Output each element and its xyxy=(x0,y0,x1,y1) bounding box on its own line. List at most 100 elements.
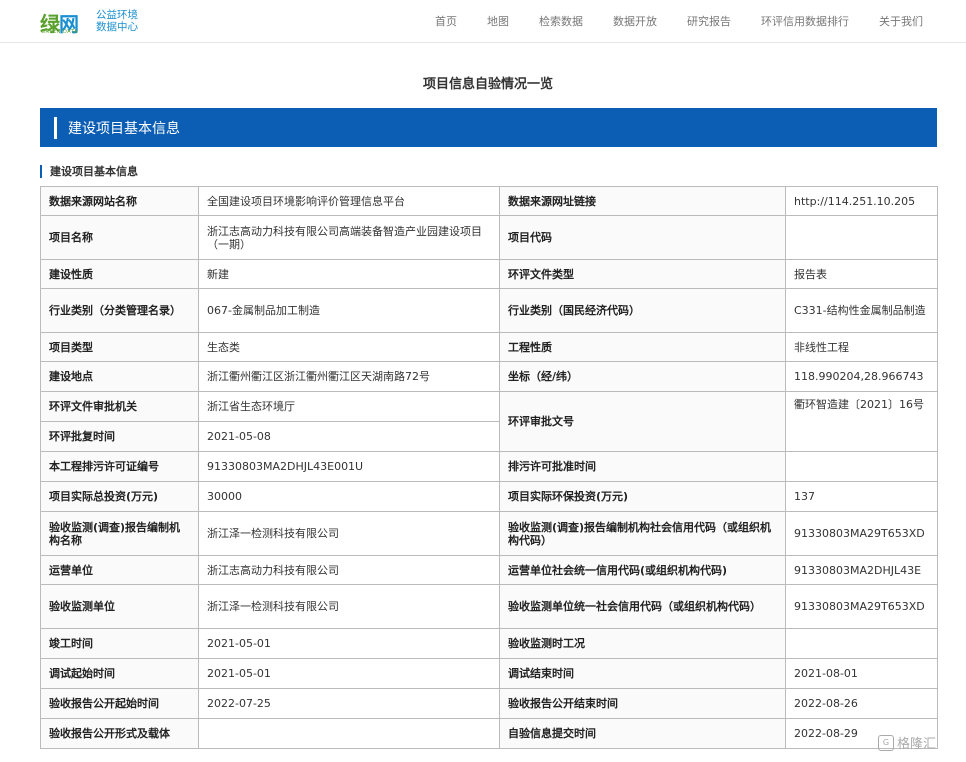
nav-credit-ranking[interactable]: 环评信用数据排行 xyxy=(761,13,849,29)
logo-tagline: 公益环境 数据中心 xyxy=(96,9,138,33)
field-label: 竣工时间 xyxy=(40,628,199,659)
field-label: 验收报告公开起始时间 xyxy=(40,688,199,719)
field-label: 项目实际总投资(万元) xyxy=(40,481,199,512)
nav-home[interactable]: 首页 xyxy=(435,13,457,29)
field-label: 项目代码 xyxy=(499,215,786,260)
watermark-text: 格隆汇 xyxy=(897,737,937,752)
field-label: 项目类型 xyxy=(40,332,199,362)
main-nav: 首页 地图 检索数据 数据开放 研究报告 环评信用数据排行 关于我们 xyxy=(405,13,923,29)
table-row: 调试起始时间 2021-05-01 调试结束时间 2021-08-01 xyxy=(40,658,938,689)
table-row: 验收监测单位 浙江泽一检测科技有限公司 验收监测单位统一社会信用代码（或组织机构… xyxy=(40,584,938,629)
field-value: C331-结构性金属制品制造 xyxy=(785,288,938,333)
field-label: 环评文件类型 xyxy=(499,259,786,289)
field-value: 2022-08-26 xyxy=(785,688,938,719)
field-value: 衢环智造建〔2021〕16号 xyxy=(785,391,938,452)
logo-subtext: GREEN DATA xyxy=(41,29,78,35)
nav-map[interactable]: 地图 xyxy=(487,13,509,29)
field-value: 2021-05-08 xyxy=(198,421,500,452)
table-row: 项目类型 生态类 工程性质 非线性工程 xyxy=(40,332,938,362)
field-value: 浙江衢州衢江区浙江衢州衢江区天湖南路72号 xyxy=(198,361,500,392)
table-row: 行业类别（分类管理名录） 067-金属制品加工制造 行业类别（国民经济代码） C… xyxy=(40,288,938,333)
field-value: 2022-07-25 xyxy=(198,688,500,719)
field-value: 067-金属制品加工制造 xyxy=(198,288,500,333)
field-label: 运营单位社会统一信用代码(或组织机构代码) xyxy=(499,555,786,585)
field-label: 行业类别（分类管理名录） xyxy=(40,288,199,333)
field-label: 验收监测单位统一社会信用代码（或组织机构代码） xyxy=(499,584,786,629)
field-value: 91330803MA29T653XD xyxy=(785,584,938,629)
nav-open-data[interactable]: 数据开放 xyxy=(613,13,657,29)
table-row: 环评文件审批机关 浙江省生态环境厅 环评审批文号 衢环智造建〔2021〕16号 xyxy=(40,391,938,452)
site-logo[interactable]: 绿网 GREEN DATA 公益环境 数据中心 xyxy=(40,8,150,36)
field-label: 项目实际环保投资(万元) xyxy=(499,481,786,512)
nav-search-data[interactable]: 检索数据 xyxy=(539,13,583,29)
field-label: 坐标（经/纬） xyxy=(499,361,786,392)
field-value: 浙江志高动力科技有限公司高端装备智造产业园建设项目（一期） xyxy=(198,215,500,260)
field-value: 浙江泽一检测科技有限公司 xyxy=(198,511,500,556)
field-label: 运营单位 xyxy=(40,555,199,585)
field-value: 新建 xyxy=(198,259,500,289)
field-value: 2021-05-01 xyxy=(198,658,500,689)
section-title: 建设项目基本信息 xyxy=(68,121,180,137)
field-value: 118.990204,28.966743 xyxy=(785,361,938,392)
field-value-link[interactable]: http://114.251.10.205 xyxy=(785,186,938,216)
table-row: 建设性质 新建 环评文件类型 报告表 xyxy=(40,259,938,289)
project-info-table: 数据来源网站名称 全国建设项目环境影响评价管理信息平台 数据来源网址链接 htt… xyxy=(40,186,938,749)
field-label: 工程性质 xyxy=(499,332,786,362)
sub-heading: 建设项目基本信息 xyxy=(40,165,138,178)
field-label: 验收监测时工况 xyxy=(499,628,786,659)
field-label: 数据来源网站名称 xyxy=(40,186,199,216)
page-title: 项目信息自验情况一览 xyxy=(422,77,553,92)
field-label: 验收报告公开形式及载体 xyxy=(40,718,199,749)
field-label: 数据来源网址链接 xyxy=(499,186,786,216)
top-navigation-bar: 绿网 GREEN DATA 公益环境 数据中心 首页 地图 检索数据 数据开放 研… xyxy=(0,0,966,43)
table-row: 建设地点 浙江衢州衢江区浙江衢州衢江区天湖南路72号 坐标（经/纬） 118.9… xyxy=(40,361,938,392)
field-label: 调试结束时间 xyxy=(499,658,786,689)
table-row: 数据来源网站名称 全国建设项目环境影响评价管理信息平台 数据来源网址链接 htt… xyxy=(40,186,938,216)
field-label: 环评审批文号 xyxy=(499,391,786,452)
field-value: 浙江志高动力科技有限公司 xyxy=(198,555,500,585)
field-value: 生态类 xyxy=(198,332,500,362)
field-value xyxy=(785,628,938,659)
field-value: 浙江省生态环境厅 xyxy=(198,391,500,422)
field-label: 调试起始时间 xyxy=(40,658,199,689)
table-row: 本工程排污许可证编号 91330803MA2DHJL43E001U 排污许可批准… xyxy=(40,451,938,482)
field-value xyxy=(785,451,938,482)
field-value: 91330803MA29T653XD xyxy=(785,511,938,556)
table-row: 验收报告公开起始时间 2022-07-25 验收报告公开结束时间 2022-08… xyxy=(40,688,938,719)
table-row: 运营单位 浙江志高动力科技有限公司 运营单位社会统一信用代码(或组织机构代码) … xyxy=(40,555,938,585)
field-value: 非线性工程 xyxy=(785,332,938,362)
field-value: 91330803MA2DHJL43E xyxy=(785,555,938,585)
field-label: 排污许可批准时间 xyxy=(499,451,786,482)
field-label: 建设性质 xyxy=(40,259,199,289)
nav-about-us[interactable]: 关于我们 xyxy=(879,13,923,29)
section-accent xyxy=(54,117,57,139)
watermark: G 格隆汇 xyxy=(878,733,936,752)
field-value xyxy=(785,215,938,260)
field-label: 环评文件审批机关 xyxy=(40,391,199,422)
table-row: 验收报告公开形式及载体 自验信息提交时间 2022-08-29 xyxy=(40,718,938,749)
field-label: 验收监测单位 xyxy=(40,584,199,629)
field-label: 验收监测(调查)报告编制机构社会信用代码（或组织机构代码） xyxy=(499,511,786,556)
field-value: 浙江泽一检测科技有限公司 xyxy=(198,584,500,629)
field-value: 2021-08-01 xyxy=(785,658,938,689)
field-label: 环评批复时间 xyxy=(40,421,199,452)
field-label: 行业类别（国民经济代码） xyxy=(499,288,786,333)
watermark-logo-icon: G xyxy=(878,734,894,751)
field-label: 验收报告公开结束时间 xyxy=(499,688,786,719)
field-value xyxy=(198,718,500,749)
field-value: 报告表 xyxy=(785,259,938,289)
field-value: 全国建设项目环境影响评价管理信息平台 xyxy=(198,186,500,216)
field-value: 2021-05-01 xyxy=(198,628,500,659)
field-value: 30000 xyxy=(198,481,500,512)
table-row: 验收监测(调查)报告编制机构名称 浙江泽一检测科技有限公司 验收监测(调查)报告… xyxy=(40,511,938,556)
nav-research-reports[interactable]: 研究报告 xyxy=(687,13,731,29)
table-row: 项目名称 浙江志高动力科技有限公司高端装备智造产业园建设项目（一期） 项目代码 xyxy=(40,215,938,260)
table-row: 竣工时间 2021-05-01 验收监测时工况 xyxy=(40,628,938,659)
section-header-bar: 建设项目基本信息 xyxy=(40,108,937,147)
field-label: 建设地点 xyxy=(40,361,199,392)
table-row: 项目实际总投资(万元) 30000 项目实际环保投资(万元) 137 xyxy=(40,481,938,512)
field-value: 91330803MA2DHJL43E001U xyxy=(198,451,500,482)
field-label: 自验信息提交时间 xyxy=(499,718,786,749)
field-label: 验收监测(调查)报告编制机构名称 xyxy=(40,511,199,556)
field-label: 项目名称 xyxy=(40,215,199,260)
